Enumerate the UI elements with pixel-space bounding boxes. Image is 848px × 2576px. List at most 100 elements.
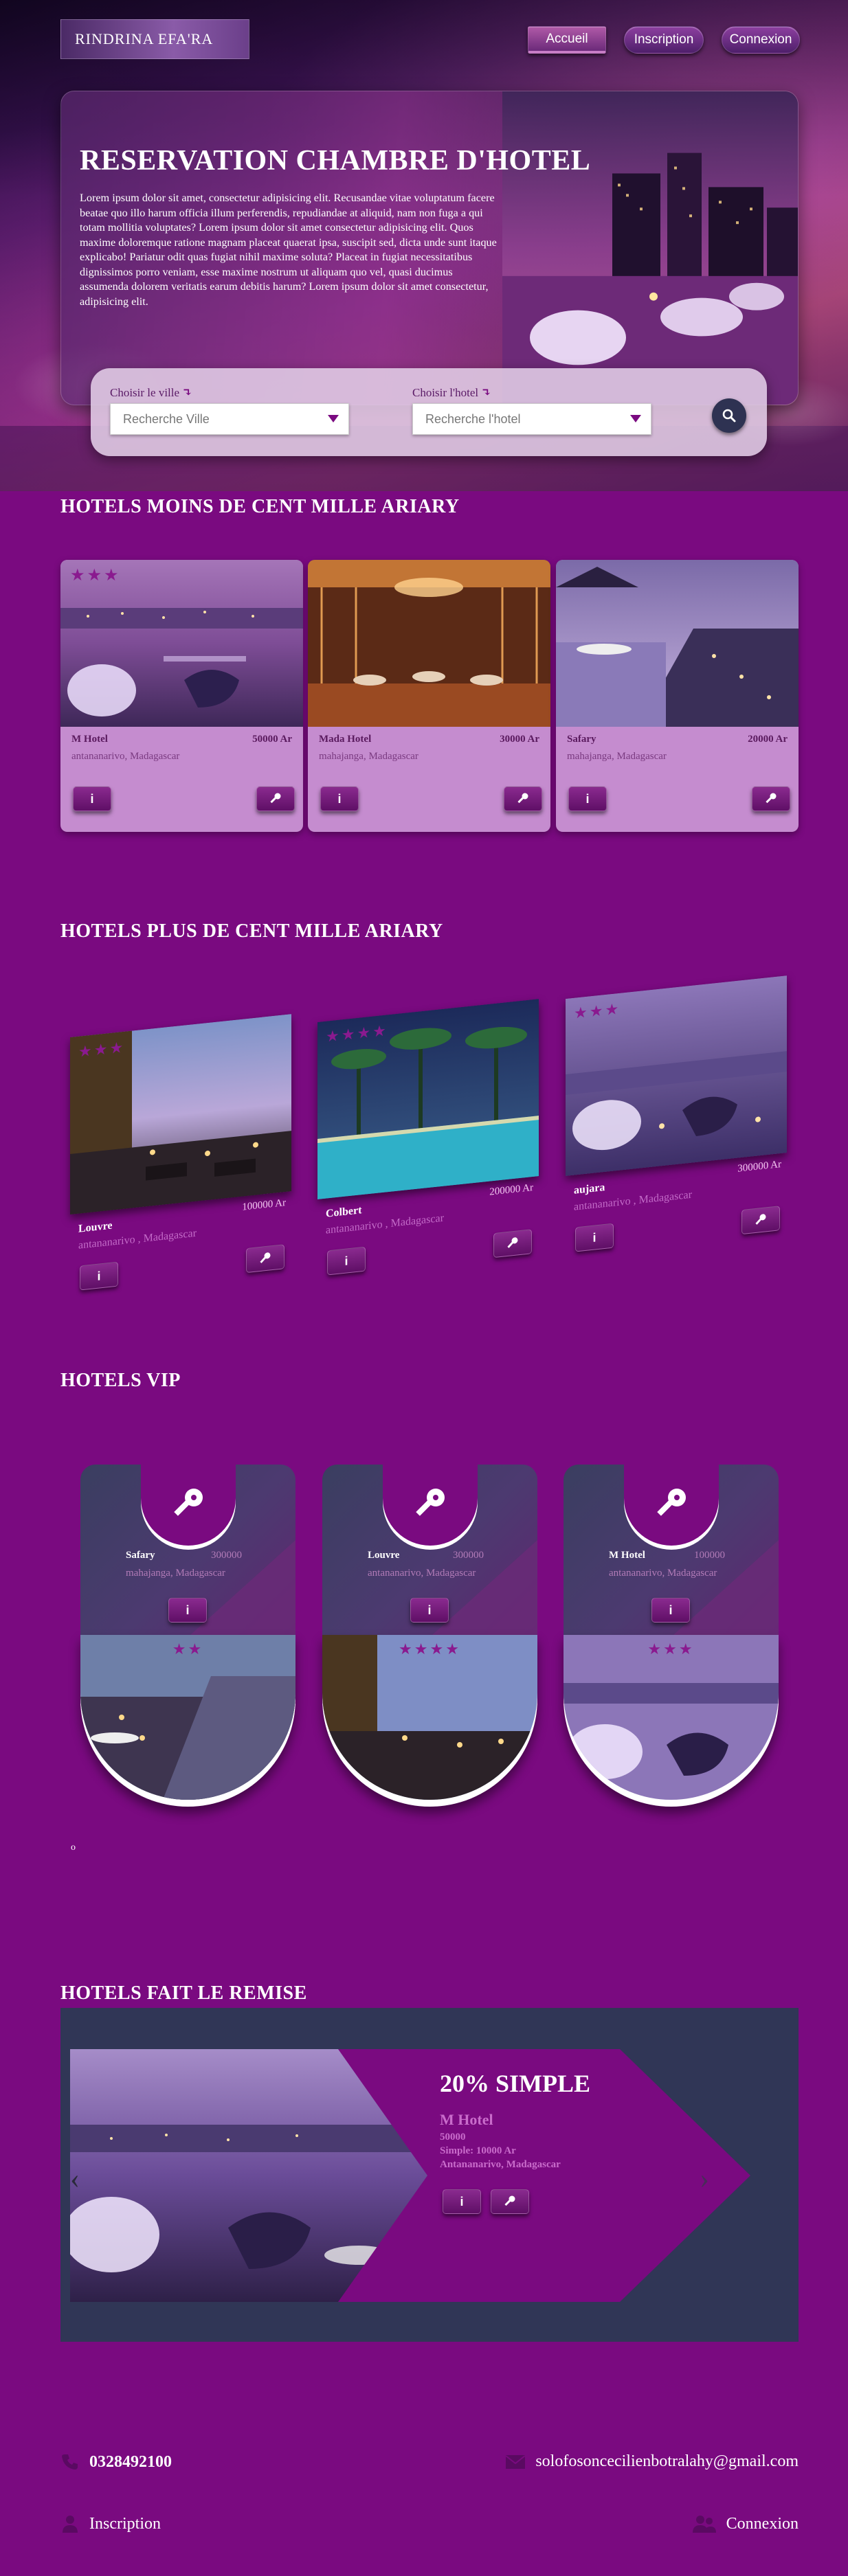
book-key-button[interactable]: [741, 1206, 780, 1235]
hotel-location: mahajanga, Madagascar: [319, 751, 419, 762]
caret-down-icon: [630, 415, 641, 422]
city-select[interactable]: Recherche Ville: [110, 403, 349, 435]
book-key-button[interactable]: [256, 787, 295, 811]
hotel-photo: [564, 1635, 779, 1800]
info-button[interactable]: i: [443, 2189, 481, 2214]
stray-text: o: [71, 1842, 76, 1853]
search-icon: [722, 409, 736, 422]
section-title-discount: HOTELS FAIT LE REMISE: [60, 1982, 307, 2004]
discount-location: Antananarivo, Madagascar: [440, 2159, 561, 2170]
info-button[interactable]: i: [410, 1598, 449, 1623]
hotel-select[interactable]: Recherche l'hotel: [412, 403, 651, 435]
vip-card-top: M Hotel 100000 antananarivo, Madagascar …: [564, 1465, 779, 1635]
nav-accueil-button[interactable]: Accueil: [528, 26, 606, 54]
hotel-name: Mada Hotel: [319, 734, 372, 745]
hotel-location: antananarivo, Madagascar: [609, 1568, 717, 1579]
key-icon: [174, 1489, 203, 1516]
info-button[interactable]: i: [575, 1223, 614, 1252]
info-icon: i: [669, 1603, 673, 1617]
hotel-location: mahajanga, Madagascar: [567, 751, 667, 762]
info-button[interactable]: i: [320, 787, 359, 811]
city-label-arrow-icon: ↴: [182, 386, 192, 399]
footer-phone[interactable]: 0328492100: [60, 2452, 172, 2472]
hotel-card[interactable]: ★★★ aujara 300000 Ar antananarivo , Mada…: [566, 975, 787, 1280]
discount-simple-price: Simple: 10000 Ar: [440, 2145, 516, 2156]
book-key-button[interactable]: [493, 1229, 532, 1258]
rating-stars: ★★★: [647, 1640, 695, 1658]
key-icon: [270, 793, 281, 804]
nav-inscription-button[interactable]: Inscription: [624, 26, 704, 54]
footer-connexion-link[interactable]: Connexion: [692, 2514, 799, 2533]
book-key-button[interactable]: [491, 2189, 529, 2214]
key-icon: [260, 1252, 271, 1263]
hotel-photo: [556, 560, 799, 727]
section-title-under-100k: HOTELS MOINS DE CENT MILLE ARIARY: [60, 496, 460, 517]
hero-hotel-photo: [502, 91, 798, 405]
carousel-next-arrow-icon[interactable]: ›: [700, 2162, 709, 2195]
hotel-location: mahajanga, Madagascar: [126, 1568, 225, 1579]
hotel-name: Louvre: [368, 1550, 400, 1561]
info-button[interactable]: i: [80, 1261, 118, 1291]
hotel-select-value: Recherche l'hotel: [425, 411, 521, 426]
search-button[interactable]: [712, 398, 746, 433]
vip-photo-frame: ★★: [80, 1635, 295, 1807]
info-button[interactable]: i: [651, 1598, 690, 1623]
info-icon: i: [427, 1603, 432, 1617]
info-icon: i: [97, 1268, 101, 1283]
book-key-button[interactable]: [246, 1244, 284, 1274]
info-button[interactable]: i: [168, 1598, 207, 1623]
hotel-price: 50000 Ar: [252, 734, 292, 745]
vip-card-top: Safary 300000 mahajanga, Madagascar i: [80, 1465, 295, 1635]
vip-card[interactable]: Louvre 300000 antananarivo, Madagascar i…: [322, 1465, 537, 1807]
phone-number: 0328492100: [89, 2452, 172, 2471]
hotel-card[interactable]: Safary 20000 Ar mahajanga, Madagascar i: [556, 560, 799, 832]
discount-hotel-name: M Hotel: [440, 2111, 493, 2128]
hotel-location: antananarivo, Madagascar: [71, 751, 180, 762]
hotel-card[interactable]: ★★★ Louvre 100000 Ar antananarivo , Mada…: [70, 1014, 291, 1319]
discount-arrow-shape: [338, 2049, 750, 2302]
mail-icon: [505, 2454, 526, 2469]
book-key-button[interactable]: [504, 787, 542, 811]
hotel-card[interactable]: ★★★ M Hotel 50000 Ar antananarivo, Madag…: [60, 560, 303, 832]
hotel-card[interactable]: Mada Hotel 30000 Ar mahajanga, Madagasca…: [308, 560, 550, 832]
email-address: solofosoncecilienbotralahy@gmail.com: [535, 2452, 799, 2470]
hotel-card[interactable]: ★★★★ Colbert 200000 Ar antananarivo , Ma…: [317, 999, 539, 1304]
key-icon: [755, 1214, 766, 1225]
hotel-photo: [308, 560, 550, 727]
key-icon: [766, 793, 777, 804]
discount-headline: 20% SIMPLE: [440, 2070, 591, 2097]
carousel-prev-arrow-icon[interactable]: ‹: [70, 2162, 80, 2195]
vip-card[interactable]: Safary 300000 mahajanga, Madagascar i ★★: [80, 1465, 295, 1807]
hotel-price: 300000 Ar: [737, 1158, 781, 1175]
hotel-name: Colbert: [326, 1204, 362, 1220]
phone-icon: [62, 2454, 78, 2470]
key-icon: [507, 1237, 518, 1248]
info-button[interactable]: i: [73, 787, 111, 811]
info-button[interactable]: i: [568, 787, 607, 811]
vip-card[interactable]: M Hotel 100000 antananarivo, Madagascar …: [564, 1465, 779, 1807]
hotel-label: Choisir l'hotel ↴: [412, 386, 491, 400]
book-key-button[interactable]: [752, 787, 790, 811]
user-icon: [63, 2516, 78, 2533]
section-title-over-100k: HOTELS PLUS DE CENT MILLE ARIARY: [60, 920, 443, 942]
key-icon: [504, 2195, 515, 2206]
info-button[interactable]: i: [327, 1246, 366, 1276]
hero-title: RESERVATION CHAMBRE D'HOTEL: [80, 145, 591, 177]
rating-stars: ★★: [172, 1640, 204, 1658]
discount-carousel: ‹ › 20% SIMPLE M Hotel 50000 Simple: 100…: [60, 2008, 799, 2342]
city-label-text: Choisir le ville: [110, 386, 180, 399]
hotel-location: antananarivo, Madagascar: [368, 1568, 476, 1579]
vip-photo-frame: ★★★: [564, 1635, 779, 1807]
nav-connexion-button[interactable]: Connexion: [722, 26, 800, 54]
hotel-name: Safary: [126, 1550, 155, 1561]
site-logo[interactable]: RINDRINA EFA'RA: [60, 19, 249, 59]
hotel-price: 300000: [211, 1550, 242, 1561]
footer-email[interactable]: solofosoncecilienbotralahy@gmail.com: [505, 2452, 799, 2471]
hotel-name: Louvre: [78, 1219, 113, 1235]
footer-inscription-link[interactable]: Inscription: [60, 2514, 161, 2533]
users-icon: [692, 2516, 716, 2533]
info-icon: i: [186, 1603, 190, 1617]
hotel-price: 300000: [453, 1550, 484, 1561]
hotel-price: 100000: [694, 1550, 725, 1561]
logo-text: RINDRINA EFA'RA: [75, 30, 214, 47]
